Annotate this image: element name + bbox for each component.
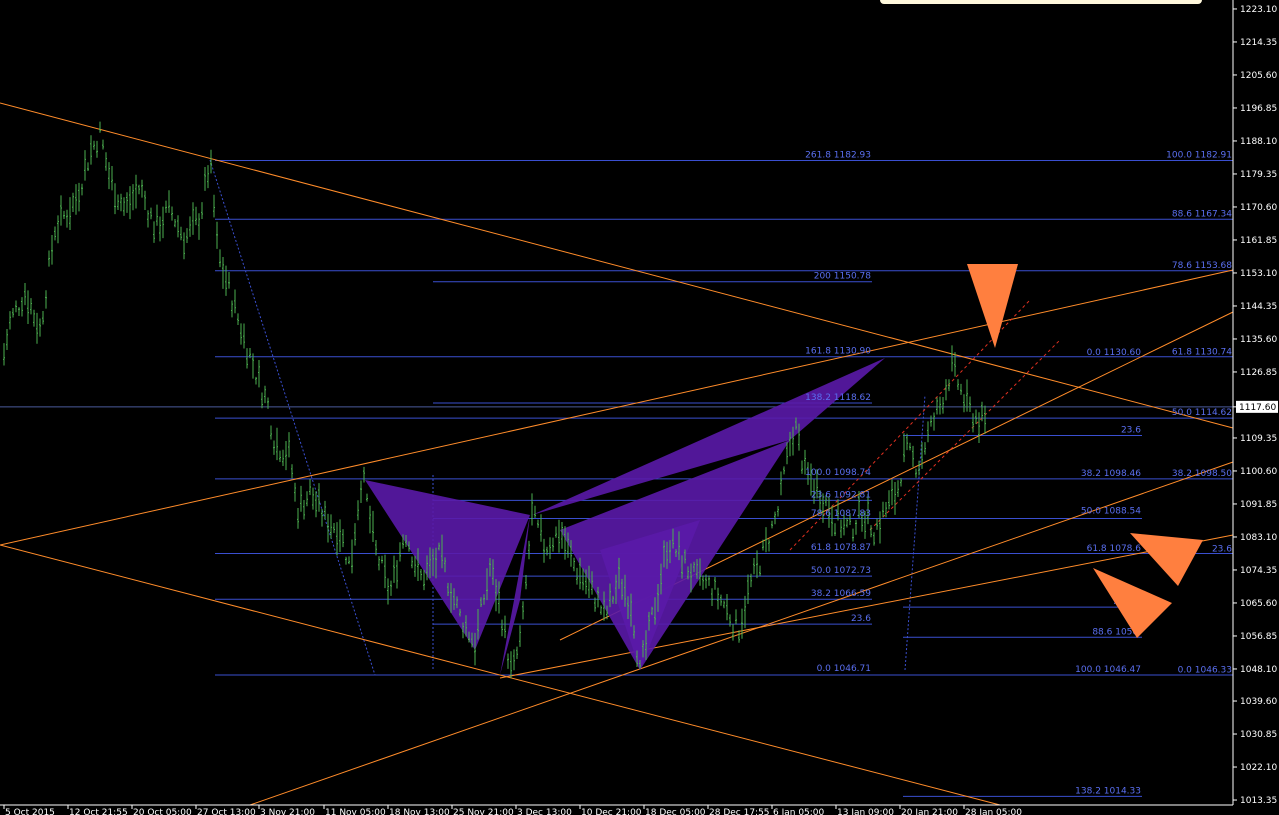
trendline: [0, 269, 1234, 546]
fib-label: 61.8 1130.74: [1172, 347, 1232, 357]
x-tick-label: 20 Jan 21:00: [901, 808, 958, 815]
y-tick-label: 1013.35: [1240, 796, 1277, 806]
y-tick-label: 1109.35: [1240, 434, 1277, 444]
y-tick-label: 1153.10: [1240, 269, 1277, 279]
fib-label: 0.0 1046.33: [1178, 666, 1232, 676]
fib-swing-line: [209, 159, 376, 676]
y-tick-label: 1065.60: [1240, 599, 1277, 609]
fib-label: 38.2 1098.46: [1081, 469, 1141, 479]
fib-label: 23.6: [1121, 426, 1141, 436]
trendline: [0, 102, 1234, 429]
y-tick-label: 1223.10: [1240, 5, 1277, 15]
trendline: [869, 339, 1061, 531]
y-tick-label: 1030.85: [1240, 730, 1277, 740]
y-tick-label: 1126.85: [1240, 368, 1277, 378]
x-tick-label: 3 Nov 21:00: [260, 808, 315, 815]
x-tick-label: 28 Dec 17:55: [709, 808, 770, 815]
fib-label: 23.6: [851, 614, 871, 624]
y-tick-label: 1179.35: [1240, 170, 1277, 180]
fib-label: 100.0 1182.91: [1166, 151, 1232, 161]
fib-label: 88.6 1167.34: [1172, 209, 1232, 219]
arrow-marker: [967, 264, 1018, 348]
y-tick-label: 1144.35: [1240, 302, 1277, 312]
x-tick-label: 10 Dec 21:00: [581, 808, 642, 815]
fib-label: 78.6 1153.68: [1172, 261, 1232, 271]
fib-label: 38.2 1098.50: [1172, 469, 1232, 479]
y-tick-label: 1056.85: [1240, 632, 1277, 642]
fib-label: 100.0 1046.47: [1075, 665, 1141, 675]
y-tick-label: 1188.10: [1240, 137, 1277, 147]
y-tick-label: 1205.60: [1240, 71, 1277, 81]
y-tick-label: 1039.60: [1240, 697, 1277, 707]
y-tick-label: 1074.35: [1240, 566, 1277, 576]
fib-label: 50.0 1088.54: [1081, 506, 1141, 516]
x-tick-label: 6 Jan 05:00: [773, 808, 825, 815]
x-tick-label: 27 Oct 13:00: [197, 808, 256, 815]
fib-label: 23.6: [1212, 544, 1232, 554]
fib-label: 261.8 1182.93: [805, 150, 871, 160]
fib-label: 50.0 1072.73: [811, 566, 871, 576]
x-tick-label: 5 Oct 2015: [5, 808, 55, 815]
fib-label: 100.0 1098.74: [805, 468, 871, 478]
x-tick-label: 25 Nov 21:00: [453, 808, 514, 815]
x-tick-label: 18 Nov 13:00: [389, 808, 450, 815]
y-tick-label: 1214.35: [1240, 38, 1277, 48]
fib-label: 138.2 1014.33: [1075, 786, 1141, 796]
fib-label: 161.8 1130.90: [805, 347, 871, 357]
trendlines: [0, 102, 1234, 806]
fib-label: 61.8 1078.87: [811, 543, 871, 553]
y-tick-label: 1161.85: [1240, 236, 1277, 246]
y-tick-label: 1091.85: [1240, 500, 1277, 510]
fib-label: 200 1150.78: [814, 272, 872, 282]
y-tick-label: 1022.10: [1240, 763, 1277, 773]
fib-label: 78.6 1087.83: [811, 509, 871, 519]
fibonacci-labels: 261.8 1182.93 200 1150.78 161.8 1130.90 138…: [805, 150, 1232, 796]
fib-label: 23.6 1092.81: [811, 490, 871, 500]
fib-label: 0.0 1046.71: [817, 664, 871, 674]
x-tick-label: 18 Dec 05:00: [645, 808, 706, 815]
fib-label: 61.8 1078.6: [1087, 544, 1142, 554]
y-tick-label: 1170.60: [1240, 203, 1277, 213]
current-price-label: 1117.60: [1239, 403, 1276, 413]
y-tick-label: 1100.60: [1240, 467, 1277, 477]
x-tick-label: 13 Jan 09:00: [837, 808, 894, 815]
y-tick-label: 1083.10: [1240, 533, 1277, 543]
y-tick-label: 1048.10: [1240, 665, 1277, 675]
y-tick-label: 1135.60: [1240, 335, 1277, 345]
info-panel: [880, 0, 1202, 4]
fib-label: 50.0 1114.62: [1172, 408, 1232, 418]
y-tick-label: 1196.85: [1240, 104, 1277, 114]
x-tick-label: 11 Nov 05:00: [325, 808, 386, 815]
axes: 1223.10 1214.35 1205.60 1196.85 1188.10 1179.…: [0, 0, 1279, 815]
arrow-marker: [1130, 533, 1203, 586]
x-tick-label: 3 Dec 13:00: [517, 808, 572, 815]
fib-swing-line: [904, 394, 926, 671]
arrow-markers: [967, 264, 1203, 638]
x-tick-label: 20 Oct 05:00: [133, 808, 192, 815]
fib-label: 0.0 1130.60: [1087, 348, 1142, 358]
fib-label: 138.2 1118.62: [805, 393, 871, 403]
price-chart[interactable]: 261.8 1182.93 200 1150.78 161.8 1130.90 138…: [0, 0, 1279, 815]
x-tick-label: 28 Jan 05:00: [965, 808, 1022, 815]
x-tick-label: 12 Oct 21:55: [69, 808, 128, 815]
fib-label: 38.2 1066.59: [811, 589, 871, 599]
